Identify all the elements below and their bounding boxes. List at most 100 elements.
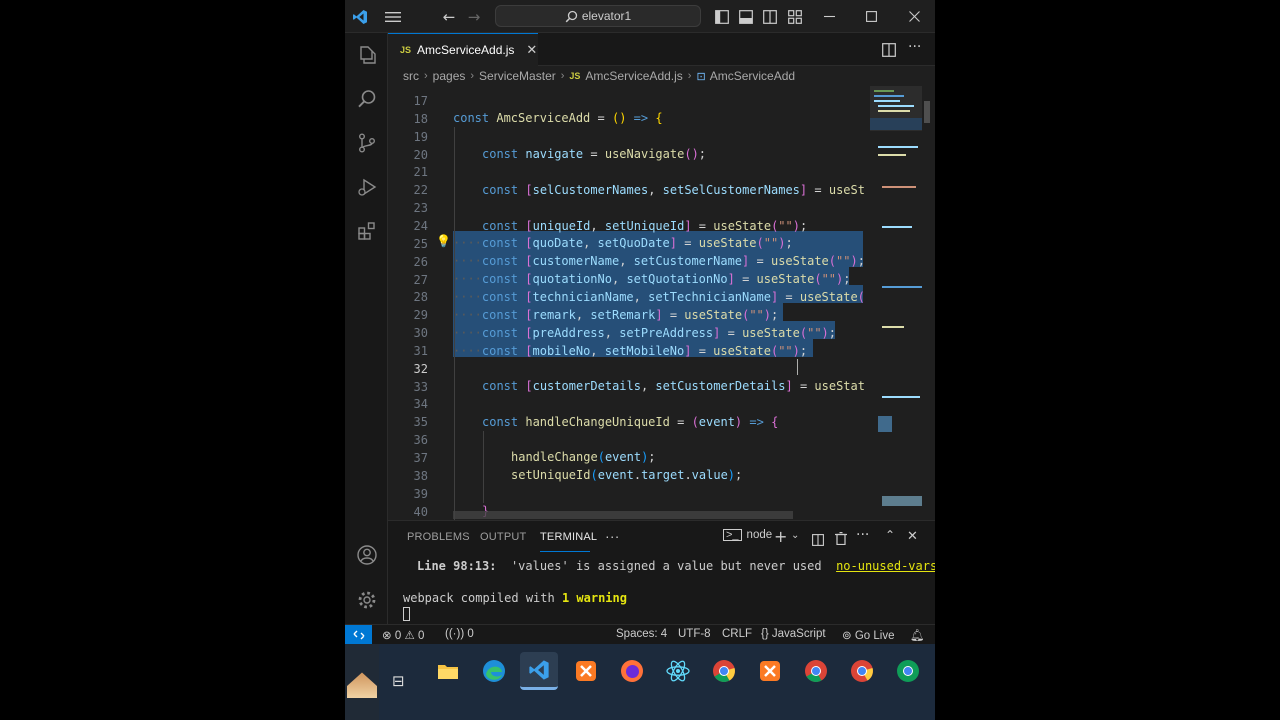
more-actions-icon[interactable]: ··· <box>856 527 869 543</box>
indent-guide <box>454 127 455 520</box>
code-line-24: const [uniqueId, setUniqueId] = useState… <box>482 219 808 233</box>
back-arrow-icon[interactable]: ← <box>439 0 459 33</box>
explorer-icon[interactable] <box>345 33 388 77</box>
language-status[interactable]: {} JavaScript <box>761 628 826 640</box>
warning-count: 1 warning <box>561 591 627 605</box>
encoding-status[interactable]: UTF-8 <box>678 628 711 640</box>
extensions-icon[interactable] <box>345 209 388 253</box>
vscode-taskbar-icon[interactable] <box>520 652 558 690</box>
line-number: 26 <box>413 254 428 269</box>
remote-indicator-icon[interactable] <box>345 625 372 645</box>
tab-output[interactable]: OUTPUT <box>480 531 526 543</box>
broadcast-icon: ⊚ <box>842 630 852 642</box>
xampp-taskbar-icon[interactable] <box>567 652 605 690</box>
customize-layout-icon[interactable] <box>785 0 805 33</box>
breadcrumb-pages[interactable]: pages <box>433 69 466 83</box>
menu-icon[interactable] <box>381 0 405 33</box>
warning-rule[interactable]: no-unused-vars <box>836 559 935 573</box>
line-number: 30 <box>413 326 428 341</box>
task-view-icon[interactable]: ⊟ <box>392 672 405 690</box>
terminal-cursor <box>403 607 410 621</box>
maximize-panel-icon[interactable]: ⌃ <box>885 528 895 542</box>
terminal-icon: >_ <box>723 529 742 541</box>
toggle-panel-icon[interactable] <box>736 0 756 33</box>
windows-taskbar: ⊟ <box>345 644 935 720</box>
line-number: 34 <box>413 397 428 412</box>
status-bar: ⊗ 0 ⚠ 0 ((·)) 0 Spaces: 4 UTF-8 CRLF {} … <box>345 624 935 645</box>
accounts-icon[interactable] <box>345 533 388 577</box>
search-icon <box>565 10 577 22</box>
eol-status[interactable]: CRLF <box>722 628 752 640</box>
breadcrumb-chevron-icon: › <box>424 70 428 82</box>
firefox-taskbar-icon[interactable] <box>613 652 651 690</box>
js-file-icon: JS <box>400 45 412 55</box>
line-number: 38 <box>413 468 428 483</box>
chrome-profile-taskbar-icon[interactable] <box>797 652 835 690</box>
tab-problems[interactable]: PROBLEMS <box>407 531 470 543</box>
terminal-profile[interactable]: >_ node <box>723 529 772 541</box>
minimap[interactable] <box>870 86 930 520</box>
search-icon[interactable] <box>345 77 388 121</box>
breadcrumb-src[interactable]: src <box>403 69 419 83</box>
react-devtools-taskbar-icon[interactable] <box>659 652 697 690</box>
line-number: 18 <box>413 111 428 126</box>
line-number: 32 <box>413 361 428 376</box>
file-explorer-taskbar-icon[interactable] <box>429 652 467 690</box>
edge-browser-taskbar-icon[interactable] <box>475 652 513 690</box>
source-control-icon[interactable] <box>345 121 388 165</box>
error-icon: ⊗ <box>382 630 392 642</box>
code-editor[interactable]: 17 18 19 20 21 22 23 24 25 26 27 28 29 30 31 32 33 34 35 36… <box>388 86 935 520</box>
line-number: 28 <box>413 290 428 305</box>
line-number: 19 <box>413 129 428 144</box>
command-center-search[interactable]: elevator1 <box>495 5 701 27</box>
title-bar: ← → elevator1 <box>345 0 935 33</box>
ports-status[interactable]: ((·)) 0 <box>445 628 474 640</box>
more-panel-views-icon[interactable]: ··· <box>605 528 620 544</box>
new-terminal-plus-icon[interactable]: + <box>774 527 787 546</box>
line-number: 35 <box>413 415 428 430</box>
braces-icon: {} <box>761 628 769 640</box>
warning-count-status: 0 <box>417 630 425 642</box>
toggle-secondary-sidebar-icon[interactable] <box>760 0 780 33</box>
symbol-icon: ⊡ <box>696 70 706 83</box>
close-panel-icon[interactable]: ✕ <box>907 529 918 544</box>
breadcrumb-servicemaster[interactable]: ServiceMaster <box>479 69 556 83</box>
breadcrumb-file[interactable]: AmcServiceAdd.js <box>585 69 682 83</box>
trash-icon[interactable] <box>835 530 847 549</box>
window-title: elevator1 <box>581 9 632 23</box>
tab-amcserviceadd[interactable]: JS AmcServiceAdd.js ✕ <box>388 33 538 66</box>
activity-bar <box>345 33 388 624</box>
maximize-icon[interactable] <box>855 0 887 33</box>
chrome-profile3-taskbar-icon[interactable] <box>889 652 927 690</box>
line-number: 40 <box>413 504 428 519</box>
xampp-taskbar-icon-2[interactable] <box>751 652 789 690</box>
minimize-icon[interactable] <box>813 0 845 33</box>
code-line-37: handleChange(event); <box>511 450 656 464</box>
indentation-status[interactable]: Spaces: 4 <box>616 628 667 640</box>
line-number: 24 <box>413 218 428 233</box>
active-tab-indicator <box>540 551 590 552</box>
more-actions-icon[interactable]: ··· <box>908 39 921 55</box>
notifications-bell-icon[interactable]: 🔔︎ <box>910 628 925 642</box>
code-line-31: ····const [mobileNo, setMobileNo] = useS… <box>453 344 808 358</box>
split-terminal-icon[interactable] <box>812 531 824 550</box>
breadcrumb-symbol[interactable]: AmcServiceAdd <box>710 69 795 83</box>
forward-arrow-icon[interactable]: → <box>464 0 484 33</box>
chrome-profile2-taskbar-icon[interactable] <box>843 652 881 690</box>
horizontal-scrollbar[interactable] <box>453 511 793 519</box>
close-tab-icon[interactable]: ✕ <box>526 42 537 58</box>
quick-fix-lightbulb-icon[interactable]: 💡 <box>436 234 451 248</box>
line-number: 39 <box>413 486 428 501</box>
settings-gear-icon[interactable] <box>345 578 388 622</box>
toggle-sidebar-icon[interactable] <box>712 0 732 33</box>
tab-terminal[interactable]: TERMINAL <box>540 531 597 543</box>
chevron-down-icon[interactable]: ⌄ <box>791 530 799 541</box>
code-line-38: setUniqueId(event.target.value); <box>511 468 743 482</box>
close-window-icon[interactable] <box>898 0 930 33</box>
line-number: 23 <box>413 201 428 216</box>
chrome-taskbar-icon[interactable] <box>705 652 743 690</box>
split-editor-icon[interactable] <box>882 42 896 61</box>
problems-status[interactable]: ⊗ 0 ⚠ 0 <box>382 628 424 642</box>
run-debug-icon[interactable] <box>345 165 388 209</box>
go-live-button[interactable]: ⊚ Go Live <box>842 628 894 642</box>
